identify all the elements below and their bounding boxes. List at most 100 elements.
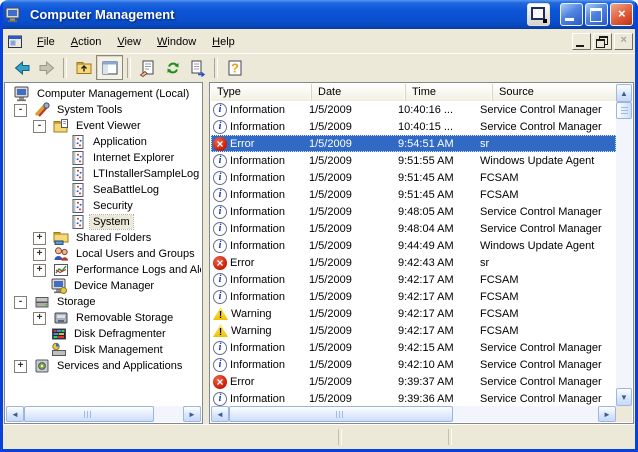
tree-item-local-users-and-groups[interactable]: + Local Users and Groups [6,246,201,262]
tree-item-disk-management[interactable]: Disk Management [6,342,201,358]
menu-help[interactable]: Help [204,33,243,51]
tree-item-application[interactable]: Application [6,134,201,150]
event-row[interactable]: Information 1/5/2009 9:48:04 AM Service … [211,220,616,237]
menu-action[interactable]: Action [63,33,110,51]
information-icon [213,154,227,168]
mdi-minimize-button[interactable] [572,33,591,50]
scroll-left-icon[interactable]: ◄ [6,406,24,422]
event-time: 9:42:43 AM [390,257,472,269]
event-row-selected[interactable]: Error 1/5/2009 9:54:51 AM sr None [211,135,616,152]
tree-item-seabattlelog[interactable]: SeaBattleLog [6,182,201,198]
tree-item-label: Computer Management (Local) [34,87,192,101]
event-row[interactable]: Error 1/5/2009 9:39:37 AM Service Contro… [211,373,616,390]
event-date: 1/5/2009 [301,308,390,320]
event-date: 1/5/2009 [301,206,390,218]
scroll-down-icon[interactable]: ▼ [616,388,632,406]
event-row[interactable]: Warning 1/5/2009 9:42:17 AM FCSAM None [211,305,616,322]
scroll-left-icon[interactable]: ◄ [211,406,229,422]
list-horizontal-scrollbar[interactable]: ◄ ► [211,406,616,422]
tree-item-security[interactable]: Security [6,198,201,214]
expand-expander[interactable]: + [33,232,46,245]
column-header-date[interactable]: Date [312,84,406,101]
tree-item-event-viewer[interactable]: - Event Viewer [6,118,201,134]
scroll-right-icon[interactable]: ► [183,406,201,422]
event-list-pane: Type Date Time Source Category Informati… [209,82,634,424]
tree-item-computer-management[interactable]: Computer Management (Local) [6,86,201,102]
event-time: 9:44:49 AM [390,240,472,252]
expand-expander[interactable]: + [33,248,46,261]
expand-expander[interactable]: + [14,360,27,373]
event-time: 10:40:15 ... [390,121,472,133]
export-list-button[interactable] [185,56,210,79]
event-type-label: Information [230,104,285,116]
information-icon [213,239,227,253]
menu-file[interactable]: File [29,33,63,51]
scrollbar-thumb[interactable] [24,406,154,422]
tree-item-device-manager[interactable]: Device Manager [6,278,201,294]
expand-expander[interactable]: + [33,312,46,325]
event-row[interactable]: Information 1/5/2009 9:42:17 AM FCSAM No… [211,288,616,305]
minimize-button[interactable] [560,3,583,26]
event-row[interactable]: Information 1/5/2009 9:51:45 AM FCSAM No… [211,169,616,186]
column-header-time[interactable]: Time [406,84,493,101]
event-row[interactable]: Information 1/5/2009 9:39:36 AM Service … [211,390,616,406]
properties-button[interactable] [135,56,160,79]
show-hide-console-tree-button[interactable] [96,55,123,80]
forward-button[interactable] [34,56,59,79]
tree-item-services-and-applications[interactable]: + Services and Applications [6,358,201,374]
window-pin-button[interactable] [527,3,550,26]
event-type-label: Information [230,189,285,201]
help-button[interactable] [222,56,247,79]
tree-item-disk-defragmenter[interactable]: Disk Defragmenter [6,326,201,342]
tree-item-system-tools[interactable]: - System Tools [6,102,201,118]
tree-item-internet-explorer[interactable]: Internet Explorer [6,150,201,166]
tree-item-removable-storage[interactable]: + Removable Storage [6,310,201,326]
event-row[interactable]: Information 1/5/2009 9:42:10 AM Service … [211,356,616,373]
mdi-close-button[interactable]: × [614,33,633,50]
collapse-expander[interactable]: - [33,120,46,133]
scrollbar-thumb[interactable] [616,102,632,119]
title-bar[interactable]: Computer Management × [0,0,638,29]
scroll-right-icon[interactable]: ► [598,406,616,422]
up-one-level-button[interactable] [71,56,96,79]
tree-item-storage[interactable]: - Storage [6,294,201,310]
event-row[interactable]: Information 1/5/2009 9:42:15 AM Service … [211,339,616,356]
event-time: 9:48:04 AM [390,223,472,235]
tree-item-performance-logs-and-alerts[interactable]: + Performance Logs and Alerts [6,262,201,278]
close-button[interactable]: × [610,3,633,26]
tree-item-label: Removable Storage [73,311,176,325]
maximize-button[interactable] [585,3,608,26]
show-hide-console-tree-icon [100,58,120,78]
event-row[interactable]: Information 1/5/2009 9:51:45 AM FCSAM No… [211,186,616,203]
collapse-expander[interactable]: - [14,104,27,117]
event-type-label: Information [230,121,285,133]
menu-window[interactable]: Window [149,33,204,51]
list-vertical-scrollbar[interactable]: ▲ ▼ [616,84,632,406]
mdi-restore-button[interactable] [593,33,612,50]
event-row[interactable]: Information 1/5/2009 9:51:55 AM Windows … [211,152,616,169]
collapse-expander[interactable]: - [14,296,27,309]
event-row[interactable]: Information 1/5/2009 10:40:15 ... Servic… [211,118,616,135]
toolbar-separator [214,58,218,78]
refresh-button[interactable] [160,56,185,79]
tree-item-shared-folders[interactable]: + Shared Folders [6,230,201,246]
tree-item-label: Disk Defragmenter [71,327,169,341]
scroll-up-icon[interactable]: ▲ [616,84,632,102]
scrollbar-thumb[interactable] [229,406,453,422]
event-row[interactable]: Error 1/5/2009 9:42:43 AM sr None [211,254,616,271]
back-button[interactable] [9,56,34,79]
tree-item-ltinstallersamplelog[interactable]: LTInstallerSampleLog [6,166,201,182]
event-row[interactable]: Information 1/5/2009 9:48:05 AM Service … [211,203,616,220]
expand-expander[interactable]: + [33,264,46,277]
tree-horizontal-scrollbar[interactable]: ◄ ► [6,406,201,422]
tree-item-system[interactable]: System [6,214,201,230]
event-source: FCSAM [472,189,611,201]
menu-view[interactable]: View [109,33,149,51]
event-row[interactable]: Information 1/5/2009 10:40:16 ... Servic… [211,101,616,118]
event-row[interactable]: Warning 1/5/2009 9:42:17 AM FCSAM None [211,322,616,339]
disk-management-icon [51,342,67,358]
event-time: 9:42:17 AM [390,291,472,303]
event-row[interactable]: Information 1/5/2009 9:44:49 AM Windows … [211,237,616,254]
column-header-type[interactable]: Type [211,84,312,101]
event-row[interactable]: Information 1/5/2009 9:42:17 AM FCSAM No… [211,271,616,288]
